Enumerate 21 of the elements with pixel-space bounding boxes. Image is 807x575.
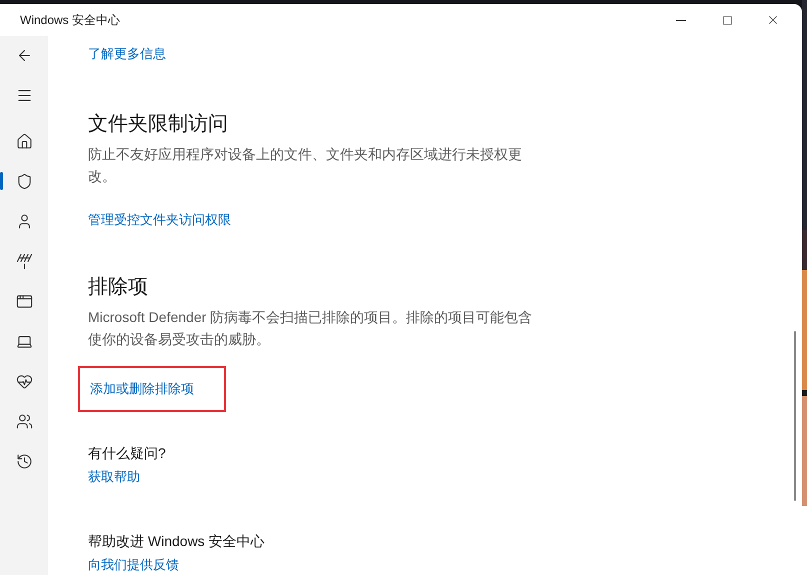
shield-icon bbox=[16, 172, 32, 190]
history-icon bbox=[16, 452, 32, 470]
help-heading: 有什么疑问? bbox=[88, 445, 166, 463]
heart-pulse-icon bbox=[16, 372, 32, 390]
section-heading: 文件夹限制访问 bbox=[88, 112, 228, 137]
help-link[interactable]: 获取帮助 bbox=[88, 468, 140, 485]
home-icon bbox=[16, 132, 32, 150]
antenna-icon bbox=[16, 252, 32, 270]
maximize-icon bbox=[722, 14, 732, 26]
help-link[interactable]: 向我们提供反馈 bbox=[88, 556, 179, 573]
learn-more-link[interactable]: 了解更多信息 bbox=[88, 45, 166, 62]
section-link[interactable]: 管理受控文件夹访问权限 bbox=[88, 212, 231, 227]
window-title: Windows 安全中心 bbox=[20, 12, 122, 28]
section-description: 防止不友好应用程序对设备上的文件、文件夹和内存区域进行未授权更改。 bbox=[88, 145, 523, 186]
section-description: Microsoft Defender 防病毒不会扫描已排除的项目。排除的项目可能包含使你的设备易受攻击的威胁。 bbox=[88, 308, 534, 349]
people-icon bbox=[16, 412, 32, 430]
section-link[interactable]: 添加或删除排除项 bbox=[90, 381, 194, 396]
scrollbar[interactable] bbox=[794, 331, 796, 501]
section-heading: 排除项 bbox=[88, 275, 148, 300]
help-heading: 帮助改进 Windows 安全中心 bbox=[88, 533, 265, 551]
app-window-icon bbox=[16, 292, 32, 310]
